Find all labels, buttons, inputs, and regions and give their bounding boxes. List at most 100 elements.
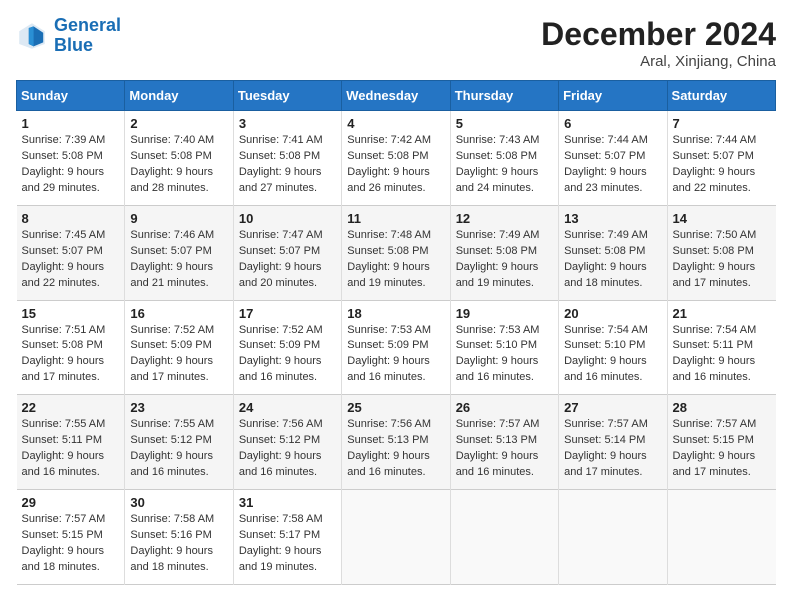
calendar-cell: 2 Sunrise: 7:40 AMSunset: 5:08 PMDaylight… <box>125 111 233 206</box>
week-row-3: 15 Sunrise: 7:51 AMSunset: 5:08 PMDayligh… <box>17 300 776 395</box>
day-number: 15 <box>22 306 120 321</box>
calendar-cell: 25Sunrise: 7:56 AMSunset: 5:13 PMDayligh… <box>342 395 450 490</box>
day-header-wednesday: Wednesday <box>342 81 450 111</box>
calendar-cell: 17Sunrise: 7:52 AMSunset: 5:09 PMDayligh… <box>233 300 341 395</box>
month-title: December 2024 <box>541 16 776 53</box>
day-header-thursday: Thursday <box>450 81 558 111</box>
calendar-cell: 16Sunrise: 7:52 AMSunset: 5:09 PMDayligh… <box>125 300 233 395</box>
calendar-cell: 21 Sunrise: 7:54 AMSunset: 5:11 PMDayligh… <box>667 300 775 395</box>
day-number: 9 <box>130 211 227 226</box>
cell-content: Sunrise: 7:47 AMSunset: 5:07 PMDaylight:… <box>239 228 336 292</box>
logo-line1: General <box>54 15 121 35</box>
cell-content: Sunrise: 7:44 AMSunset: 5:07 PMDaylight:… <box>673 133 771 197</box>
logo-line2: Blue <box>54 35 93 55</box>
cell-content: Sunrise: 7:57 AMSunset: 5:15 PMDaylight:… <box>22 512 120 576</box>
calendar-cell <box>342 490 450 585</box>
day-number: 24 <box>239 400 336 415</box>
calendar-cell: 8Sunrise: 7:45 AMSunset: 5:07 PMDaylight… <box>17 205 125 300</box>
calendar-cell: 9Sunrise: 7:46 AMSunset: 5:07 PMDaylight… <box>125 205 233 300</box>
day-number: 19 <box>456 306 553 321</box>
calendar-cell: 12Sunrise: 7:49 AMSunset: 5:08 PMDayligh… <box>450 205 558 300</box>
week-row-1: 1 Sunrise: 7:39 AMSunset: 5:08 PMDaylight… <box>17 111 776 206</box>
calendar-body: 1 Sunrise: 7:39 AMSunset: 5:08 PMDaylight… <box>17 111 776 585</box>
cell-content: Sunrise: 7:40 AMSunset: 5:08 PMDaylight:… <box>130 133 227 197</box>
day-number: 18 <box>347 306 444 321</box>
cell-content: Sunrise: 7:51 AMSunset: 5:08 PMDaylight:… <box>22 323 120 387</box>
calendar-cell: 15 Sunrise: 7:51 AMSunset: 5:08 PMDayligh… <box>17 300 125 395</box>
location-subtitle: Aral, Xinjiang, China <box>541 53 776 70</box>
calendar-cell: 26 Sunrise: 7:57 AMSunset: 5:13 PMDayligh… <box>450 395 558 490</box>
week-row-2: 8Sunrise: 7:45 AMSunset: 5:07 PMDaylight… <box>17 205 776 300</box>
calendar-cell: 4 Sunrise: 7:42 AMSunset: 5:08 PMDaylight… <box>342 111 450 206</box>
cell-content: Sunrise: 7:53 AMSunset: 5:09 PMDaylight:… <box>347 323 444 387</box>
cell-content: Sunrise: 7:57 AMSunset: 5:15 PMDaylight:… <box>673 417 771 481</box>
cell-content: Sunrise: 7:57 AMSunset: 5:13 PMDaylight:… <box>456 417 553 481</box>
cell-content: Sunrise: 7:52 AMSunset: 5:09 PMDaylight:… <box>130 323 227 387</box>
day-number: 20 <box>564 306 661 321</box>
logo-icon <box>16 20 48 52</box>
day-number: 8 <box>22 211 120 226</box>
cell-content: Sunrise: 7:54 AMSunset: 5:10 PMDaylight:… <box>564 323 661 387</box>
day-number: 29 <box>22 495 120 510</box>
day-number: 11 <box>347 211 444 226</box>
calendar-cell: 10 Sunrise: 7:47 AMSunset: 5:07 PMDayligh… <box>233 205 341 300</box>
calendar-cell: 28 Sunrise: 7:57 AMSunset: 5:15 PMDayligh… <box>667 395 775 490</box>
calendar-cell <box>667 490 775 585</box>
calendar-cell: 23Sunrise: 7:55 AMSunset: 5:12 PMDayligh… <box>125 395 233 490</box>
day-number: 7 <box>673 116 771 131</box>
calendar-cell: 11Sunrise: 7:48 AMSunset: 5:08 PMDayligh… <box>342 205 450 300</box>
day-header-sunday: Sunday <box>17 81 125 111</box>
calendar-table: SundayMondayTuesdayWednesdayThursdayFrid… <box>16 80 776 585</box>
cell-content: Sunrise: 7:52 AMSunset: 5:09 PMDaylight:… <box>239 323 336 387</box>
day-number: 31 <box>239 495 336 510</box>
day-number: 10 <box>239 211 336 226</box>
cell-content: Sunrise: 7:53 AMSunset: 5:10 PMDaylight:… <box>456 323 553 387</box>
day-number: 25 <box>347 400 444 415</box>
calendar-cell: 30 Sunrise: 7:58 AMSunset: 5:16 PMDayligh… <box>125 490 233 585</box>
calendar-cell: 31 Sunrise: 7:58 AMSunset: 5:17 PMDayligh… <box>233 490 341 585</box>
calendar-header: SundayMondayTuesdayWednesdayThursdayFrid… <box>17 81 776 111</box>
cell-content: Sunrise: 7:41 AMSunset: 5:08 PMDaylight:… <box>239 133 336 197</box>
day-header-tuesday: Tuesday <box>233 81 341 111</box>
day-number: 22 <box>22 400 120 415</box>
calendar-cell: 24 Sunrise: 7:56 AMSunset: 5:12 PMDayligh… <box>233 395 341 490</box>
calendar-cell: 18 Sunrise: 7:53 AMSunset: 5:09 PMDayligh… <box>342 300 450 395</box>
day-number: 21 <box>673 306 771 321</box>
day-number: 30 <box>130 495 227 510</box>
day-header-row: SundayMondayTuesdayWednesdayThursdayFrid… <box>17 81 776 111</box>
calendar-cell <box>450 490 558 585</box>
calendar-cell: 3 Sunrise: 7:41 AMSunset: 5:08 PMDaylight… <box>233 111 341 206</box>
day-number: 26 <box>456 400 553 415</box>
day-header-monday: Monday <box>125 81 233 111</box>
cell-content: Sunrise: 7:58 AMSunset: 5:17 PMDaylight:… <box>239 512 336 576</box>
day-number: 1 <box>22 116 120 131</box>
day-number: 2 <box>130 116 227 131</box>
cell-content: Sunrise: 7:49 AMSunset: 5:08 PMDaylight:… <box>564 228 661 292</box>
calendar-cell: 29 Sunrise: 7:57 AMSunset: 5:15 PMDayligh… <box>17 490 125 585</box>
cell-content: Sunrise: 7:42 AMSunset: 5:08 PMDaylight:… <box>347 133 444 197</box>
day-number: 13 <box>564 211 661 226</box>
day-number: 23 <box>130 400 227 415</box>
calendar-cell: 6 Sunrise: 7:44 AMSunset: 5:07 PMDaylight… <box>559 111 667 206</box>
day-number: 4 <box>347 116 444 131</box>
cell-content: Sunrise: 7:55 AMSunset: 5:11 PMDaylight:… <box>22 417 120 481</box>
logo-text: General Blue <box>54 16 121 56</box>
week-row-4: 22 Sunrise: 7:55 AMSunset: 5:11 PMDayligh… <box>17 395 776 490</box>
calendar-cell: 7 Sunrise: 7:44 AMSunset: 5:07 PMDaylight… <box>667 111 775 206</box>
day-header-saturday: Saturday <box>667 81 775 111</box>
cell-content: Sunrise: 7:54 AMSunset: 5:11 PMDaylight:… <box>673 323 771 387</box>
cell-content: Sunrise: 7:43 AMSunset: 5:08 PMDaylight:… <box>456 133 553 197</box>
calendar-cell: 19 Sunrise: 7:53 AMSunset: 5:10 PMDayligh… <box>450 300 558 395</box>
day-number: 3 <box>239 116 336 131</box>
day-number: 28 <box>673 400 771 415</box>
day-number: 27 <box>564 400 661 415</box>
cell-content: Sunrise: 7:58 AMSunset: 5:16 PMDaylight:… <box>130 512 227 576</box>
cell-content: Sunrise: 7:44 AMSunset: 5:07 PMDaylight:… <box>564 133 661 197</box>
day-number: 12 <box>456 211 553 226</box>
day-number: 6 <box>564 116 661 131</box>
logo: General Blue <box>16 16 121 56</box>
day-number: 14 <box>673 211 771 226</box>
calendar-cell: 1 Sunrise: 7:39 AMSunset: 5:08 PMDaylight… <box>17 111 125 206</box>
cell-content: Sunrise: 7:56 AMSunset: 5:12 PMDaylight:… <box>239 417 336 481</box>
cell-content: Sunrise: 7:39 AMSunset: 5:08 PMDaylight:… <box>22 133 120 197</box>
